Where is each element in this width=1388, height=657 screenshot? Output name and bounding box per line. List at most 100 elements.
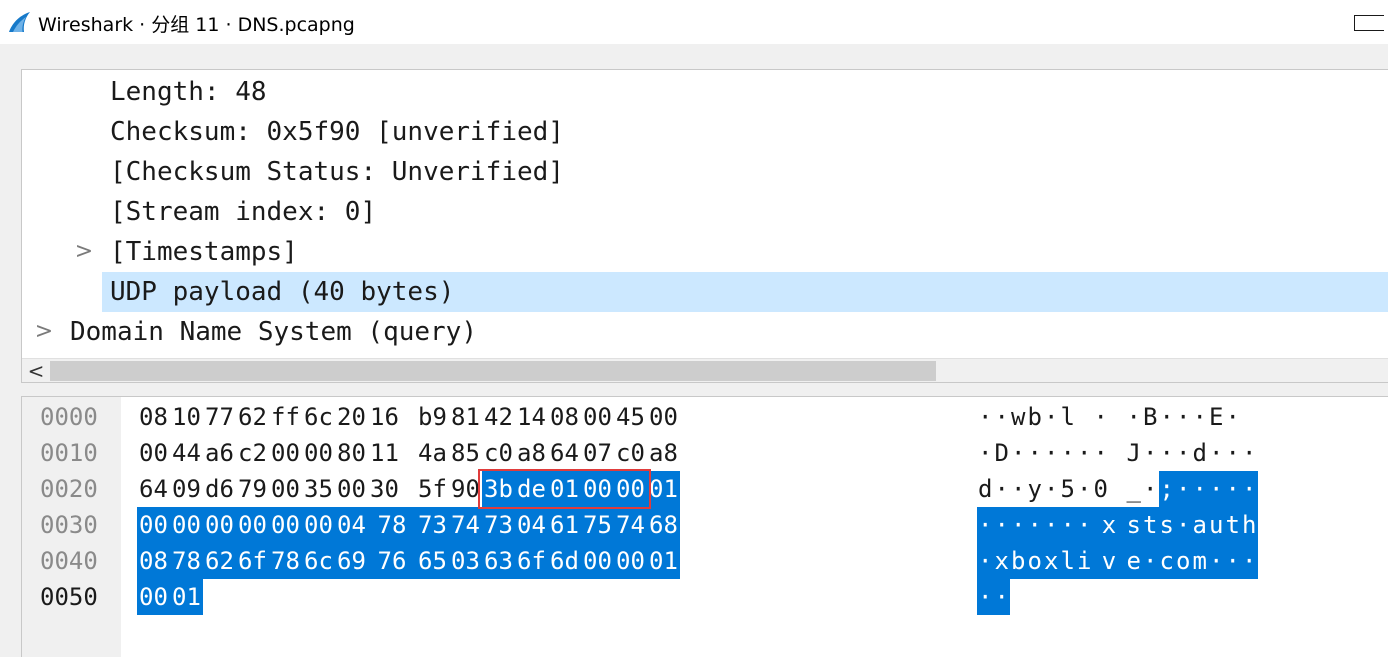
ascii-char[interactable]: ·	[1010, 471, 1027, 507]
ascii-char[interactable]: ·	[1076, 471, 1093, 507]
ascii-char[interactable]: 0	[1093, 471, 1110, 507]
hex-byte[interactable]: 04	[515, 507, 548, 543]
hex-byte[interactable]: 79	[236, 471, 269, 507]
hex-byte[interactable]: a8	[515, 435, 548, 471]
hex-byte[interactable]: c0	[614, 435, 647, 471]
ascii-char[interactable]: ·	[1175, 435, 1192, 471]
hex-byte[interactable]: b9	[416, 399, 449, 435]
hex-byte[interactable]: 80	[335, 435, 368, 471]
hex-byte[interactable]: 00	[137, 435, 170, 471]
ascii-char[interactable]: ·	[993, 507, 1010, 543]
scroll-left-icon[interactable]: <	[26, 359, 46, 382]
hex-byte[interactable]: 78	[269, 543, 302, 579]
ascii-char[interactable]: ;	[1158, 471, 1175, 507]
ascii-char[interactable]: ·	[1026, 507, 1043, 543]
ascii-char[interactable]: x	[1043, 543, 1060, 579]
ascii-char[interactable]: ·	[1225, 435, 1242, 471]
ascii-char[interactable]	[1076, 399, 1093, 435]
hex-byte[interactable]: 01	[170, 579, 203, 615]
hex-byte[interactable]: 68	[647, 507, 680, 543]
hex-byte[interactable]: 10	[170, 399, 203, 435]
ascii-char[interactable]: d	[977, 471, 994, 507]
ascii-char[interactable]: b	[1010, 543, 1027, 579]
hex-byte[interactable]: 00	[302, 507, 335, 543]
ascii-char[interactable]: ·	[1126, 399, 1143, 435]
hex-byte[interactable]: 01	[647, 543, 680, 579]
ascii-char[interactable]: ·	[977, 435, 994, 471]
ascii-char[interactable]: ·	[1093, 399, 1110, 435]
tree-item[interactable]: UDP payload (40 bytes)	[102, 272, 1388, 312]
ascii-char[interactable]: ·	[977, 399, 994, 435]
ascii-char[interactable]: ·	[1191, 471, 1208, 507]
hex-byte[interactable]: 64	[548, 435, 581, 471]
hex-byte[interactable]: 03	[449, 543, 482, 579]
ascii-char[interactable]: ·	[1043, 399, 1060, 435]
ascii-char[interactable]: y	[1027, 471, 1044, 507]
hex-byte[interactable]: 76	[368, 543, 416, 579]
hex-byte[interactable]: 78	[368, 507, 416, 543]
ascii-char[interactable]: s	[1125, 507, 1142, 543]
ascii-char[interactable]: d	[1192, 435, 1209, 471]
hex-byte[interactable]: 77	[203, 399, 236, 435]
hex-byte[interactable]: 85	[449, 435, 482, 471]
hex-byte[interactable]: 00	[269, 507, 302, 543]
ascii-char[interactable]: ·	[1208, 471, 1225, 507]
hex-byte[interactable]: 00	[335, 471, 368, 507]
hex-byte[interactable]: 74	[614, 507, 647, 543]
hex-byte[interactable]: 69	[335, 543, 368, 579]
ascii-char[interactable]: ·	[1224, 543, 1241, 579]
hex-byte[interactable]: 09	[170, 471, 203, 507]
hex-byte[interactable]: 6f	[515, 543, 548, 579]
hex-byte[interactable]: 14	[515, 399, 548, 435]
ascii-char[interactable]: u	[1208, 507, 1225, 543]
hex-byte[interactable]: d6	[203, 471, 236, 507]
hex-byte[interactable]: 01	[548, 471, 581, 507]
ascii-char[interactable]: ·	[1060, 435, 1077, 471]
hex-byte[interactable]: 35	[302, 471, 335, 507]
ascii-char[interactable]: ·	[1208, 543, 1225, 579]
hex-byte[interactable]: 01	[647, 471, 680, 507]
ascii-char[interactable]: l	[1059, 543, 1076, 579]
hex-byte[interactable]: 20	[335, 399, 368, 435]
hex-byte[interactable]: a6	[203, 435, 236, 471]
ascii-char[interactable]: ·	[1076, 435, 1093, 471]
ascii-char[interactable]: x	[993, 543, 1010, 579]
hex-byte[interactable]: 00	[614, 543, 647, 579]
tree-item[interactable]: Domain Name System (query)	[70, 312, 477, 352]
ascii-char[interactable]: i	[1076, 543, 1093, 579]
hex-byte[interactable]: a8	[647, 435, 680, 471]
hex-byte[interactable]: 62	[236, 399, 269, 435]
ascii-char[interactable]: v	[1092, 543, 1126, 579]
ascii-char[interactable]: o	[1175, 543, 1192, 579]
ascii-char[interactable]: ·	[1076, 507, 1093, 543]
ascii-char[interactable]: ·	[1027, 435, 1044, 471]
hex-byte[interactable]: 00	[170, 507, 203, 543]
ascii-char[interactable]: t	[1224, 507, 1241, 543]
ascii-char[interactable]: ·	[1241, 471, 1258, 507]
ascii-char[interactable]: ·	[1175, 507, 1192, 543]
hex-byte[interactable]: 6f	[236, 543, 269, 579]
ascii-char[interactable]: 5	[1060, 471, 1077, 507]
ascii-char[interactable]: ·	[1093, 435, 1110, 471]
ascii-char[interactable]: ·	[977, 579, 994, 615]
ascii-char[interactable]: ·	[1059, 507, 1076, 543]
hex-byte[interactable]: 3b	[482, 471, 515, 507]
ascii-char[interactable]: t	[1142, 507, 1159, 543]
ascii-char[interactable]: e	[1125, 543, 1142, 579]
hex-byte[interactable]: 00	[269, 471, 302, 507]
ascii-char[interactable]: ·	[1208, 435, 1225, 471]
ascii-char[interactable]: ·	[1224, 471, 1241, 507]
ascii-char[interactable]: E	[1208, 399, 1225, 435]
hex-byte[interactable]: 16	[368, 399, 401, 435]
hex-byte[interactable]: 00	[581, 471, 614, 507]
tree-item[interactable]: [Stream index: 0]	[110, 192, 376, 232]
ascii-char[interactable]: b	[1027, 399, 1044, 435]
ascii-char[interactable]: l	[1060, 399, 1077, 435]
hex-byte[interactable]: 61	[548, 507, 581, 543]
ascii-char[interactable]: _	[1126, 471, 1143, 507]
ascii-char[interactable]: ·	[1159, 435, 1176, 471]
ascii-char[interactable]: w	[1010, 399, 1027, 435]
hex-byte[interactable]: 90	[449, 471, 482, 507]
hex-byte[interactable]: c0	[482, 435, 515, 471]
tree-item[interactable]: [Timestamps]	[110, 232, 298, 272]
